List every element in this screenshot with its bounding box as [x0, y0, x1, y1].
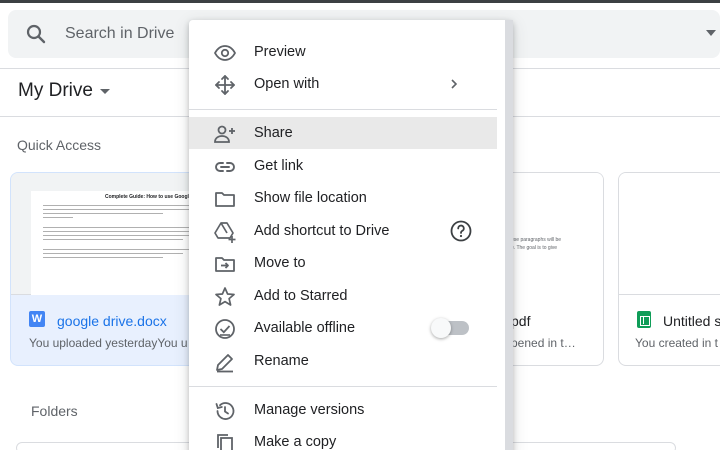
menu-item-label: Add shortcut to Drive — [254, 223, 390, 239]
menu-divider — [189, 386, 497, 387]
menu-item-open-with[interactable]: Open with — [189, 68, 497, 100]
chevron-down-icon[interactable] — [100, 89, 110, 94]
menu-item-label: Add to Starred — [254, 288, 348, 304]
search-options-chevron-icon[interactable] — [706, 30, 716, 36]
chevron-right-icon — [451, 79, 458, 89]
file-activity: pened in t… — [511, 336, 576, 350]
thumbnail-text: ese paragraphs will be — [511, 237, 562, 243]
file-activity: You uploaded yesterdayYou u — [29, 336, 188, 350]
pencil-icon — [216, 354, 233, 373]
history-icon — [215, 402, 235, 420]
context-menu: Preview Open with Share Get link Show fi… — [189, 20, 513, 450]
file-activity: You created in t — [635, 336, 718, 350]
menu-item-label: Make a copy — [254, 434, 337, 450]
sheets-icon — [637, 311, 651, 328]
quick-access-heading: Quick Access — [17, 137, 102, 153]
star-icon — [215, 287, 235, 306]
menu-item-label: Open with — [254, 76, 320, 92]
person-add-icon — [214, 125, 235, 143]
file-name: pdf — [511, 313, 531, 329]
menu-item-label: Show file location — [254, 190, 367, 206]
menu-item-add-shortcut[interactable]: Add shortcut to Drive — [189, 215, 497, 247]
menu-item-label: Preview — [254, 44, 306, 60]
menu-item-label: Share — [254, 125, 293, 141]
window-top-border — [0, 0, 720, 3]
menu-scrollbar[interactable] — [505, 20, 513, 450]
menu-item-show-file-location[interactable]: Show file location — [189, 182, 497, 214]
menu-item-preview[interactable]: Preview — [189, 36, 497, 68]
search-icon[interactable] — [24, 22, 48, 46]
toggle-knob — [431, 318, 451, 338]
menu-item-label: Get link — [254, 158, 304, 174]
thumbnail-text: e. The goal is to give — [511, 245, 558, 251]
menu-item-add-to-starred[interactable]: Add to Starred — [189, 280, 497, 312]
file-thumbnail: Complete Guide: How to use Google — [11, 173, 209, 295]
page-title[interactable]: My Drive — [18, 80, 93, 102]
quick-access-card-docx[interactable]: Complete Guide: How to use Google W goog… — [10, 172, 210, 366]
word-doc-icon: W — [29, 311, 45, 327]
file-name: Untitled s — [663, 313, 720, 329]
file-thumbnail — [619, 173, 720, 295]
menu-item-share[interactable]: Share — [189, 117, 497, 149]
file-name: google drive.docx — [57, 313, 167, 329]
move-to-folder-icon — [215, 257, 235, 272]
folder-icon — [215, 192, 235, 207]
move-arrows-icon — [215, 75, 235, 95]
menu-item-rename[interactable]: Rename — [189, 345, 497, 377]
offline-check-icon — [215, 319, 235, 339]
menu-item-label: Rename — [254, 353, 309, 369]
menu-item-move-to[interactable]: Move to — [189, 247, 497, 279]
thumbnail-title: Complete Guide: How to use Google — [105, 194, 192, 200]
help-icon[interactable] — [449, 219, 473, 243]
menu-item-label: Move to — [254, 255, 306, 271]
menu-item-available-offline[interactable]: Available offline — [189, 312, 497, 344]
menu-item-label: Manage versions — [254, 402, 365, 418]
offline-toggle[interactable] — [431, 318, 469, 338]
menu-item-make-a-copy[interactable]: Make a copy — [189, 426, 497, 450]
folders-heading: Folders — [31, 403, 78, 419]
document-preview: Complete Guide: How to use Google — [31, 191, 209, 295]
menu-item-get-link[interactable]: Get link — [189, 150, 497, 182]
link-icon — [215, 162, 235, 172]
copy-icon — [217, 434, 233, 450]
eye-icon — [213, 45, 237, 61]
drive-shortcut-icon — [214, 222, 236, 243]
quick-access-card-sheet[interactable]: Untitled s You created in t — [618, 172, 720, 366]
search-input[interactable]: Search in Drive — [65, 25, 174, 43]
menu-item-manage-versions[interactable]: Manage versions — [189, 394, 497, 426]
menu-divider — [189, 109, 497, 110]
menu-item-label: Available offline — [254, 320, 356, 336]
